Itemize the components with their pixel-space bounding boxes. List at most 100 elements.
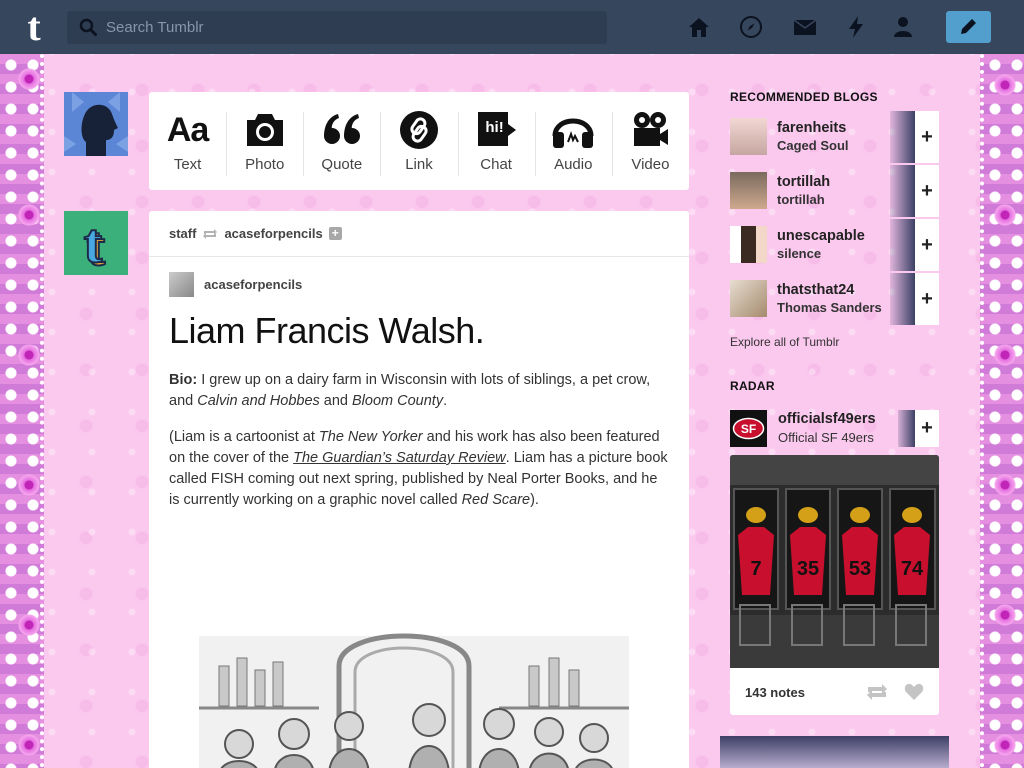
post-text-label: Text [173,156,202,173]
recommended-blog-name: tortillah [777,174,831,190]
radar-blog-title: Official SF 49ers [778,430,874,445]
recommended-blog-name: unescapable [777,228,865,244]
svg-text:t: t [84,213,103,275]
inbox-mail-icon[interactable] [793,15,817,39]
search-input[interactable] [67,11,607,44]
recommended-blog-name: thatsthat24 [777,282,855,298]
post-text-button[interactable]: Aa Text [149,92,226,190]
headphones-icon [552,118,594,148]
link-chain-icon [399,111,438,149]
recommended-blog-header-fade [890,111,915,163]
recommended-blogs-heading: RECOMMENDED BLOGS [730,90,878,104]
radar-blog-name: officialsf49ers [778,411,876,427]
home-icon[interactable] [687,15,711,39]
jersey-number: 35 [797,558,819,580]
post-header: staff acaseforpencils + [149,211,689,257]
recommended-blog-header-fade [890,165,915,217]
post-author-name[interactable]: acaseforpencils [204,277,302,292]
recommended-blog-header-fade [890,273,915,325]
camera-icon [246,114,283,146]
post-body: Bio: I grew up on a dairy farm in Wiscon… [169,370,669,526]
post-author-row: acaseforpencils [169,272,302,297]
compose-button[interactable] [946,11,991,43]
default-avatar-silhouette-icon [64,92,128,156]
svg-text:SF: SF [741,422,756,436]
recommended-blog-avatar [730,280,767,317]
chat-hi-glyph: hi! [485,119,504,136]
follow-button[interactable]: + [915,165,939,217]
next-radar-card-edge [720,736,949,768]
recommended-blog-item[interactable]: farenheits Caged Soul + [730,111,939,163]
post-quote-label: Quote [321,156,363,173]
follow-source-button[interactable]: + [328,227,342,240]
recommended-blog-name: farenheits [777,120,847,136]
tumblr-logo[interactable]: t [18,7,50,47]
staff-avatar[interactable]: t t [64,211,128,275]
post-card: staff acaseforpencils + acaseforpencils … [149,211,689,768]
recommended-blog-title: Caged Soul [777,138,849,153]
jersey-number: 53 [849,558,871,580]
description-paragraph: (Liam is a cartoonist at The New Yorker … [169,429,668,508]
post-audio-label: Audio [554,156,593,173]
follow-button[interactable]: + [915,111,939,163]
post-link-button[interactable]: Link [380,92,457,190]
radar-heading: RADAR [730,379,775,393]
post-quote-button[interactable]: Quote [303,92,380,190]
post-title: Liam Francis Walsh. [169,310,485,351]
reblog-trail: staff acaseforpencils + [169,226,342,241]
follow-button[interactable]: + [915,410,939,447]
radar-blog-avatar: SF [730,410,767,447]
video-camera-icon [634,112,669,146]
source-blog-name[interactable]: acaseforpencils [224,226,322,241]
text-aa-icon: Aa [166,111,209,149]
jersey-number: 7 [750,558,761,580]
radar-notes-count[interactable]: 143 notes [745,685,805,700]
pencil-icon [961,19,976,34]
recommended-blog-title: silence [777,246,822,261]
reblog-icon [203,228,218,239]
radar-post-image: 7 35 53 74 [730,455,939,668]
recommended-blog-title: tortillah [777,192,825,207]
post-chat-label: Chat [480,156,512,173]
post-photo-label: Photo [245,156,285,173]
explore-compass-icon[interactable] [739,15,763,39]
user-avatar[interactable] [64,92,128,156]
post-type-bar: Aa Text Photo Quote Link Chat hi! Audio … [149,92,689,190]
guardian-link[interactable]: The Guardian’s Saturday Review [293,450,506,466]
post-audio-button[interactable]: Audio [534,92,612,190]
heart-like-icon[interactable] [904,683,924,701]
staff-tumblr-avatar-icon: t t [64,211,128,275]
explore-all-link[interactable]: Explore all of Tumblr [730,335,839,349]
recommended-blog-header-fade [890,219,915,271]
sf49ers-logo-icon: SF [732,417,765,440]
lace-border-right [976,54,1024,768]
recommended-blog-item[interactable]: unescapable silence + [730,219,939,271]
recommended-blog-item[interactable]: tortillah tortillah + [730,165,939,217]
reblog-icon[interactable] [866,683,888,701]
jersey-number: 74 [901,558,924,580]
account-person-icon[interactable] [891,15,915,39]
radar-blog-header-fade [898,410,915,447]
post-video-label: Video [631,156,670,173]
radar-blog-row[interactable]: SF officialsf49ers Official SF 49ers + [730,408,939,448]
post-link-label: Link [405,156,433,173]
follow-button[interactable]: + [915,273,939,325]
recommended-blog-title: Thomas Sanders [777,300,882,315]
reblogger-name[interactable]: staff [169,226,196,241]
activity-lightning-icon[interactable] [844,15,868,39]
recommended-blog-item[interactable]: thatsthat24 Thomas Sanders + [730,273,939,325]
quote-marks-icon [323,114,360,144]
bio-paragraph: Bio: I grew up on a dairy farm in Wiscon… [169,372,651,409]
recommended-blog-avatar [730,172,767,209]
radar-post-card[interactable]: 7 35 53 74 143 notes [730,455,939,715]
lace-border-left [0,54,48,768]
author-avatar[interactable] [169,272,194,297]
post-video-button[interactable]: Video [611,92,689,190]
search-icon [79,18,97,36]
post-photo-button[interactable]: Photo [226,92,303,190]
post-chat-button[interactable]: Chat hi! [457,92,535,190]
top-navigation-bar: t [0,0,1024,54]
follow-button[interactable]: + [915,219,939,271]
recommended-blog-avatar [730,118,767,155]
recommended-blog-avatar [730,226,767,263]
